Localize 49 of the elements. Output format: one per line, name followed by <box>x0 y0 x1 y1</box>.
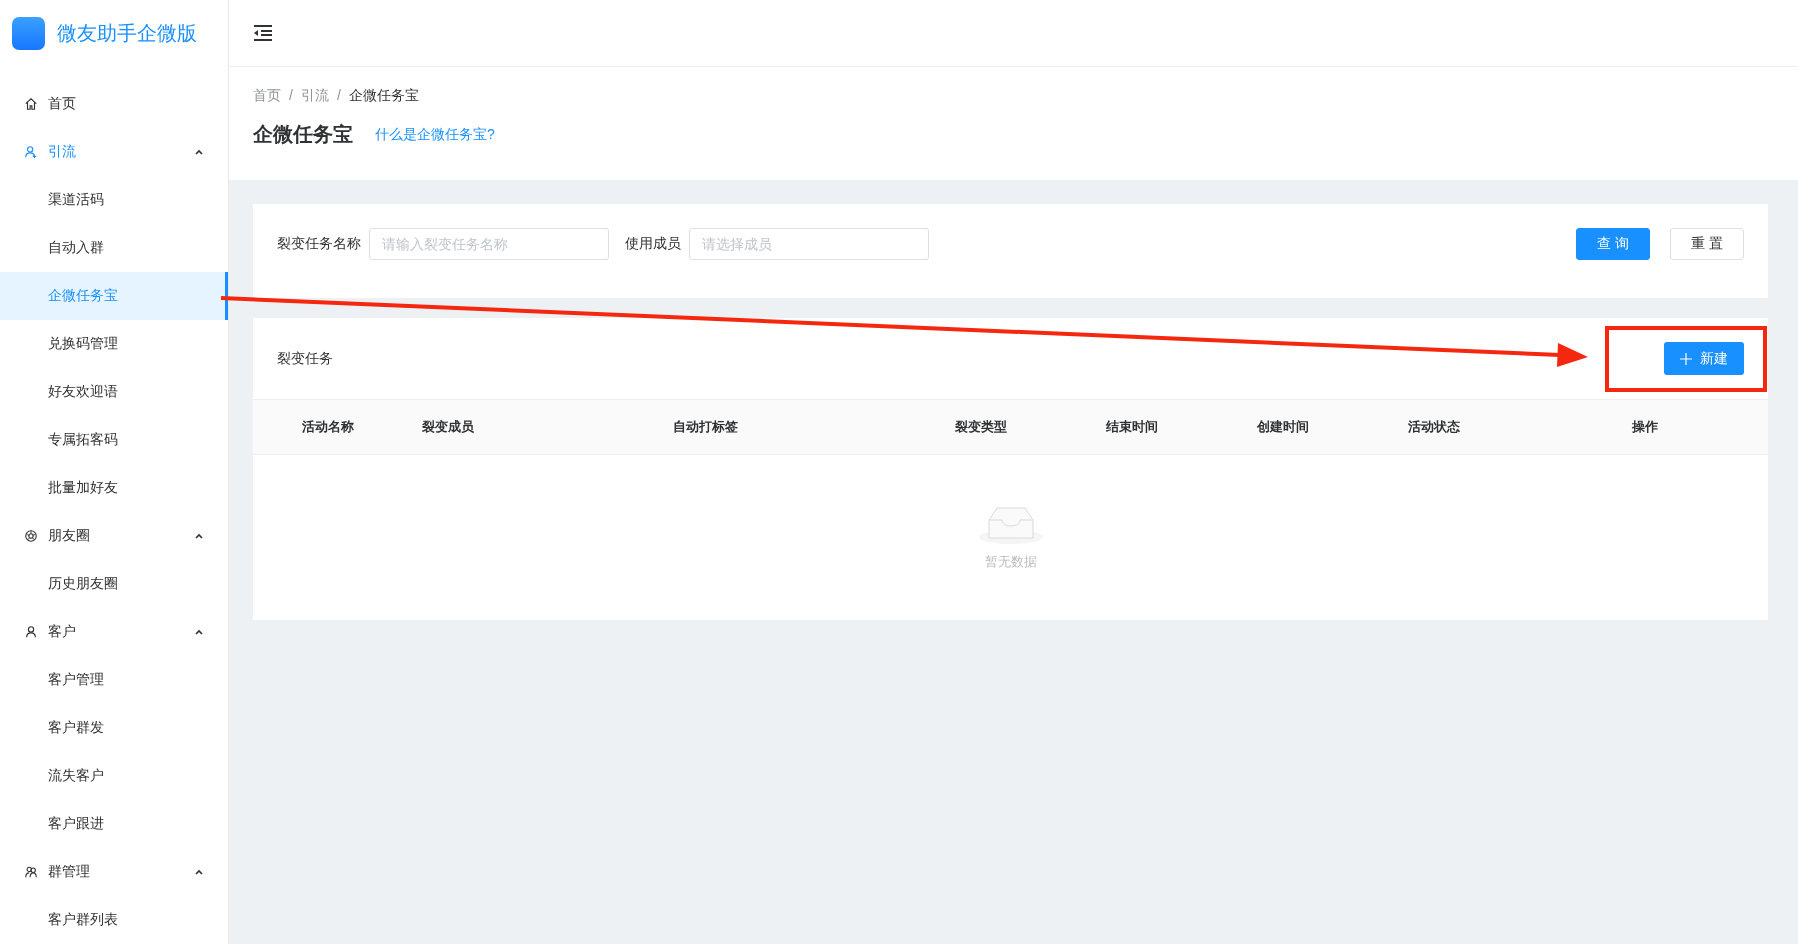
sidebar-submenu-item[interactable]: 批量加好友 <box>0 464 228 512</box>
reset-button[interactable]: 重 置 <box>1670 228 1744 260</box>
column-header: 操作 <box>1631 418 1659 436</box>
plus-icon <box>1680 352 1692 365</box>
empty-inbox-icon <box>978 504 1043 545</box>
breadcrumb-separator: / <box>289 87 293 105</box>
sidebar-submenu-item[interactable]: 专属拓客码 <box>0 416 228 464</box>
sidebar-menu-item[interactable]: 首页 <box>0 80 228 128</box>
users-icon <box>24 865 38 879</box>
caret-icon <box>194 628 204 636</box>
sidebar-submenu-item[interactable]: 历史朋友圈 <box>0 560 228 608</box>
sidebar-submenu-item[interactable]: 自动入群 <box>0 224 228 272</box>
caret-icon <box>194 532 204 540</box>
app-logo-icon <box>12 16 45 50</box>
sidebar-submenu-item[interactable]: 客户跟进 <box>0 800 228 848</box>
column-header: 活动名称 <box>301 418 355 436</box>
sidebar-submenu-item[interactable]: 客户群列表 <box>0 896 228 944</box>
breadcrumb-item: 企微任务宝 <box>348 87 419 105</box>
column-header: 自动打标签 <box>672 418 739 436</box>
sidebar-submenu-item[interactable]: 好友欢迎语 <box>0 368 228 416</box>
column-header: 裂变类型 <box>953 418 1008 436</box>
column-header: 创建时间 <box>1255 418 1310 436</box>
breadcrumb-separator: / <box>336 87 341 105</box>
sidebar-submenu-item[interactable]: 兑换码管理 <box>0 320 228 368</box>
column-header: 裂变成员 <box>421 418 475 436</box>
user-icon <box>24 625 38 639</box>
sidebar-submenu-item[interactable]: 流失客户 <box>0 752 228 800</box>
home-icon <box>24 97 38 111</box>
filter-input[interactable]: 请选择成员 <box>689 228 929 260</box>
sidebar-submenu-item[interactable]: 渠道活码 <box>0 176 228 224</box>
app-name: 微友助手企微版 <box>57 20 197 46</box>
caret-icon <box>194 148 204 156</box>
filter-input[interactable]: 请输入裂变任务名称 <box>369 228 609 260</box>
user-plus-icon <box>24 145 38 159</box>
page-title: 企微任务宝 <box>253 122 353 147</box>
sidebar-submenu-item[interactable]: 客户群发 <box>0 704 228 752</box>
aperture-icon <box>24 529 38 543</box>
filter-label: 使用成员 <box>625 235 681 253</box>
sidebar-menu-item[interactable]: 群管理 <box>0 848 228 896</box>
column-header: 结束时间 <box>1104 418 1159 436</box>
sidebar-menu-item[interactable]: 客户 <box>0 608 228 656</box>
sidebar-menu-item[interactable]: 朋友圈 <box>0 512 228 560</box>
section-title: 裂变任务 <box>277 349 333 368</box>
column-header: 活动状态 <box>1406 418 1461 436</box>
sidebar-submenu-item[interactable]: 客户管理 <box>0 656 228 704</box>
filter-label: 裂变任务名称 <box>277 235 361 253</box>
menu-fold-icon[interactable] <box>253 25 273 41</box>
empty-text: 暂无数据 <box>984 553 1037 571</box>
caret-icon <box>194 868 204 876</box>
